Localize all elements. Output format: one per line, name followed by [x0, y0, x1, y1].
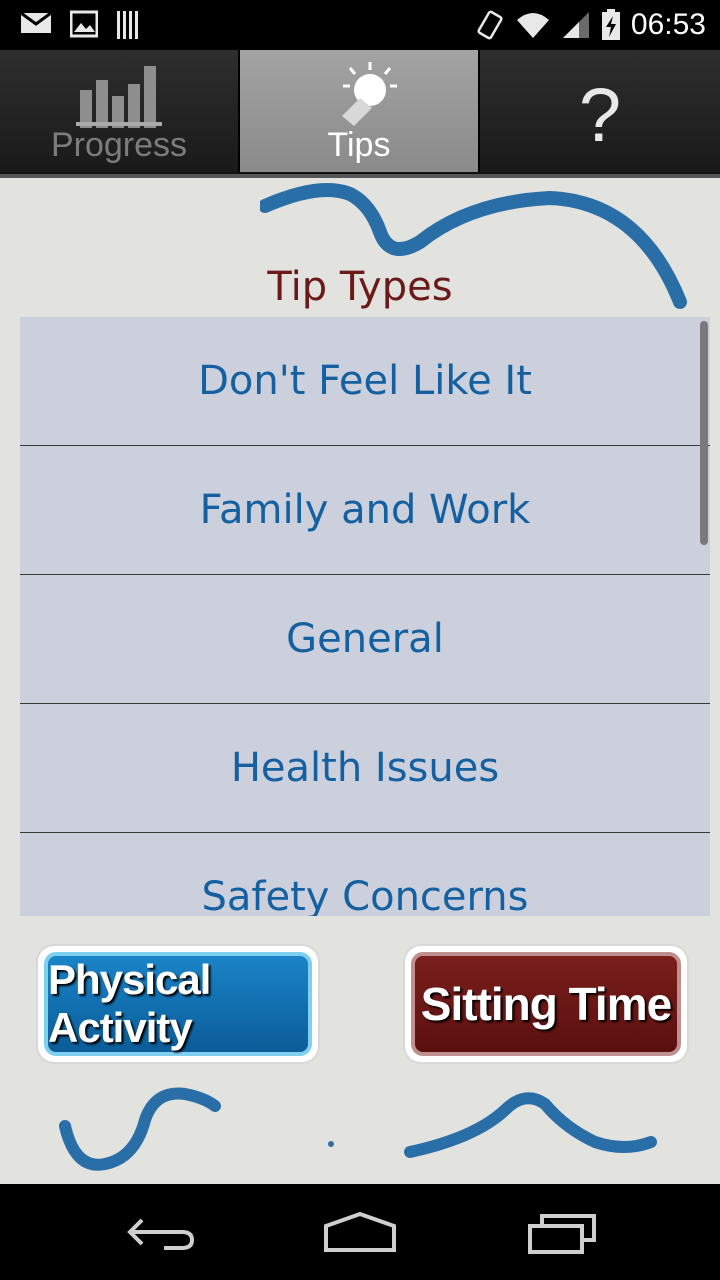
- sitting-time-label: Sitting Time: [411, 952, 681, 1056]
- clock: 06:53: [630, 8, 706, 41]
- tab-tips[interactable]: Tips: [240, 50, 480, 172]
- list-item-dont-feel-like-it[interactable]: Don't Feel Like It: [20, 317, 710, 446]
- signal-icon: [562, 12, 589, 38]
- sitting-time-button[interactable]: Sitting Time: [405, 946, 687, 1062]
- home-icon[interactable]: [322, 1212, 398, 1254]
- barcode-icon: [117, 11, 138, 39]
- tip-types-list: Don't Feel Like It Family and Work Gener…: [20, 317, 710, 916]
- mail-icon: [20, 11, 52, 33]
- bar-chart-icon: [76, 66, 162, 128]
- wifi-icon: [516, 13, 549, 38]
- lightbulb-icon: [342, 62, 397, 126]
- list-item-health-issues[interactable]: Health Issues: [20, 704, 710, 833]
- section-title: Tip Types: [267, 264, 453, 310]
- tab-bar: Progress Tips ?: [0, 50, 720, 178]
- notification-icons: [20, 10, 142, 40]
- tab-progress[interactable]: Progress: [0, 50, 240, 172]
- battery-charging-icon: [601, 9, 620, 40]
- list-item-family-and-work[interactable]: Family and Work: [20, 446, 710, 575]
- tab-progress-label: Progress: [50, 126, 188, 164]
- physical-activity-button[interactable]: Physical Activity: [38, 946, 318, 1062]
- list-item-general[interactable]: General: [20, 575, 710, 704]
- status-bar: 06:53: [0, 0, 720, 50]
- rotate-icon: [477, 10, 503, 40]
- image-icon: [70, 10, 98, 38]
- system-icons: 06:53: [477, 8, 706, 42]
- tab-tips-label: Tips: [327, 126, 391, 164]
- physical-activity-label: Physical Activity: [44, 952, 312, 1056]
- help-icon: ?: [578, 73, 622, 158]
- back-icon[interactable]: [124, 1212, 196, 1252]
- list-item-safety-concerns[interactable]: Safety Concerns: [20, 833, 710, 916]
- decorative-swoosh-bottom: [59, 1087, 657, 1171]
- list-scrollbar[interactable]: [700, 321, 708, 545]
- navigation-bar: [0, 1184, 720, 1280]
- recents-icon[interactable]: [526, 1212, 598, 1254]
- tab-help[interactable]: ?: [480, 50, 720, 172]
